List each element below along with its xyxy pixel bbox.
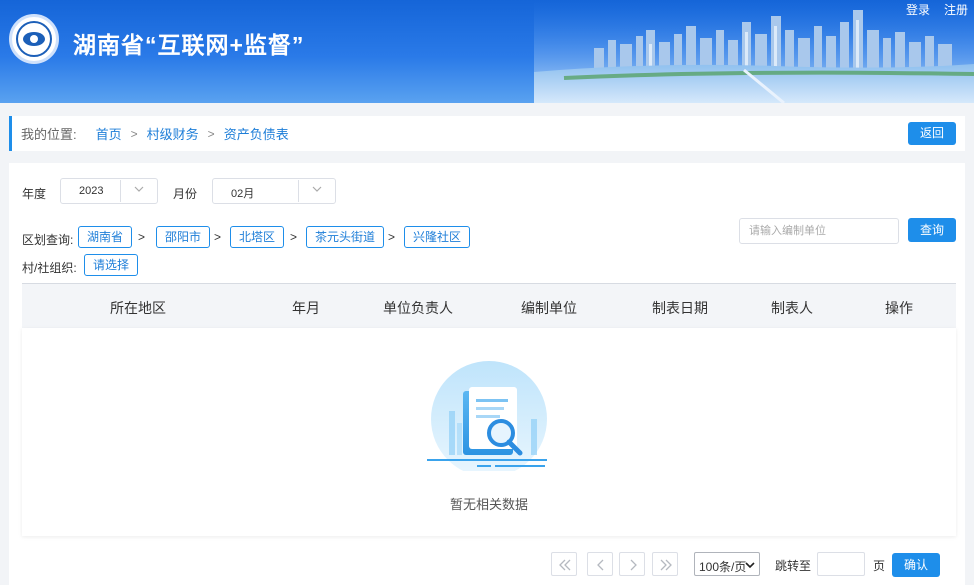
breadcrumb-village-finance[interactable]: 村级财务 <box>147 124 199 143</box>
region-tag-community[interactable]: 兴隆社区 <box>404 226 471 248</box>
org-select-button[interactable]: 请选择 <box>84 254 139 276</box>
chevron-left-icon <box>597 559 604 571</box>
table-header: 所在地区 年月 单位负责人 编制单位 制表日期 制表人 操作 <box>22 283 956 328</box>
page-unit-label: 页 <box>873 559 886 573</box>
month-value: 02月 <box>231 188 255 200</box>
register-link[interactable]: 注册 <box>944 1 968 18</box>
column-table-date: 制表日期 <box>652 300 708 316</box>
region-tag-city[interactable]: 邵阳市 <box>156 226 211 248</box>
next-page-button[interactable] <box>619 552 645 576</box>
select-divider <box>120 180 121 202</box>
table-body: 暂无相关数据 <box>22 328 956 536</box>
main-panel: 年度 2023 月份 02月 区划查询: 湖南省 > 邵阳市 > 北塔区 > 茶… <box>9 163 965 585</box>
chevron-down-icon <box>745 562 755 569</box>
region-tag-district[interactable]: 北塔区 <box>230 226 285 248</box>
chevron-down-icon <box>312 186 322 192</box>
back-button[interactable]: 返回 <box>908 122 956 145</box>
double-chevron-left-icon <box>559 559 571 571</box>
site-logo[interactable] <box>9 14 59 64</box>
region-separator: > <box>290 230 298 244</box>
region-tag-street[interactable]: 茶元头街道 <box>306 226 385 248</box>
breadcrumb: 我的位置: 首页 > 村级财务 > 资产负债表 返回 <box>9 116 965 151</box>
page-size-select[interactable]: 100条/页 <box>694 552 760 576</box>
column-actions: 操作 <box>885 300 913 316</box>
jump-label: 跳转至 <box>775 559 812 573</box>
year-label: 年度 <box>22 187 47 201</box>
month-label: 月份 <box>173 187 198 201</box>
eye-pupil <box>30 35 38 43</box>
breadcrumb-separator: > <box>207 126 215 141</box>
query-button[interactable]: 查询 <box>908 218 956 242</box>
chevron-down-icon <box>134 186 144 192</box>
jump-page-input[interactable] <box>817 552 865 576</box>
region-tag-province[interactable]: 湖南省 <box>78 226 133 248</box>
previous-page-button[interactable] <box>587 552 613 576</box>
chevron-right-icon <box>630 559 637 571</box>
search-input[interactable] <box>739 218 899 244</box>
region-label: 区划查询: <box>22 233 74 247</box>
month-select[interactable]: 02月 <box>212 178 336 204</box>
site-header: 湖南省“互联网+监督” 登录 注册 <box>0 0 974 103</box>
site-title: 湖南省“互联网+监督” <box>73 32 305 58</box>
breadcrumb-balance-sheet[interactable]: 资产负债表 <box>224 124 289 143</box>
year-value: 2023 <box>79 185 104 197</box>
column-year-month: 年月 <box>292 300 320 316</box>
region-separator: > <box>214 230 222 244</box>
column-compiling-unit: 编制单位 <box>521 300 577 316</box>
login-link[interactable]: 登录 <box>906 1 930 18</box>
confirm-button[interactable]: 确认 <box>892 553 940 577</box>
breadcrumb-separator: > <box>130 126 138 141</box>
region-separator: > <box>138 230 146 244</box>
page-size-value: 100条/页 <box>699 560 747 574</box>
empty-data-icon <box>427 361 547 471</box>
empty-state-text: 暂无相关数据 <box>449 497 528 512</box>
column-unit-leader: 单位负责人 <box>383 300 453 316</box>
year-select[interactable]: 2023 <box>60 178 158 204</box>
region-separator: > <box>388 230 396 244</box>
column-region: 所在地区 <box>110 300 166 316</box>
double-chevron-right-icon <box>660 559 672 571</box>
column-tabulator: 制表人 <box>771 300 813 316</box>
breadcrumb-home[interactable]: 首页 <box>96 124 122 143</box>
last-page-button[interactable] <box>652 552 678 576</box>
breadcrumb-label: 我的位置: <box>21 127 77 142</box>
select-divider <box>298 180 299 202</box>
first-page-button[interactable] <box>551 552 577 576</box>
account-links: 登录 注册 <box>906 1 968 18</box>
org-label: 村/社组织: <box>22 261 77 275</box>
